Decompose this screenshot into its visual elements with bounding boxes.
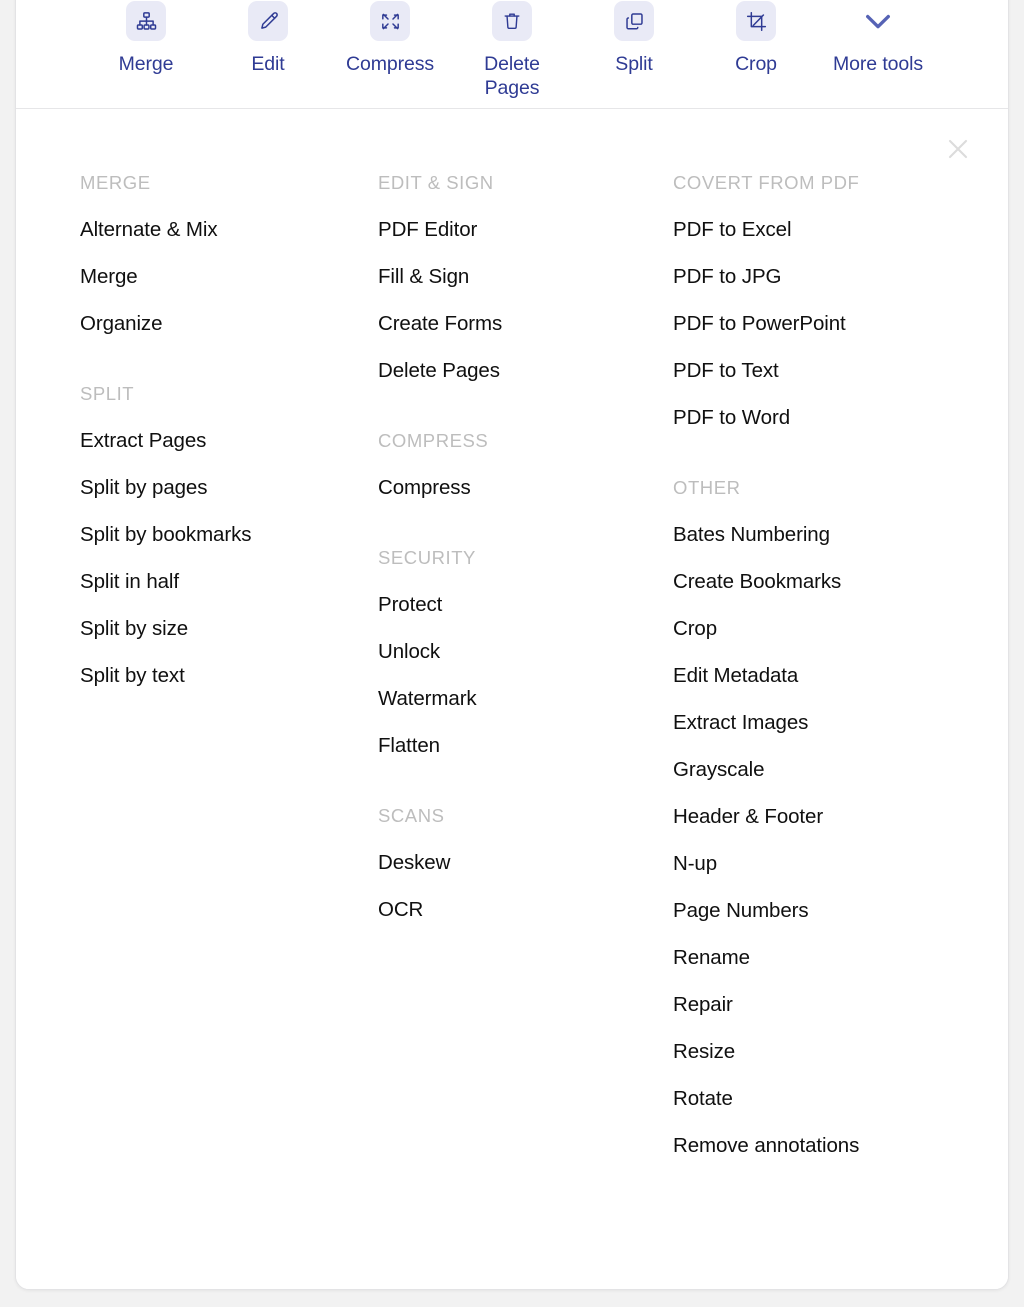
tool-group-edit-sign: EDIT & SIGN PDF Editor Fill & Sign Create F… [378, 172, 613, 383]
menu-item-pdf-to-text[interactable]: PDF to Text [673, 359, 973, 383]
compress-arrows-icon [370, 1, 410, 41]
toolbar-button-label: Crop [735, 53, 777, 75]
menu-item-rotate[interactable]: Rotate [673, 1087, 973, 1111]
tool-column-2: COVERT FROM PDF PDF to Excel PDF to JPG PDF… [613, 172, 973, 1158]
menu-item-alternate-mix[interactable]: Alternate & Mix [80, 218, 315, 242]
menu-item-flatten[interactable]: Flatten [378, 734, 613, 758]
tool-group-covert-from-pdf: COVERT FROM PDF PDF to Excel PDF to JPG PDF… [673, 172, 973, 430]
tool-group-title: SECURITY [378, 547, 476, 568]
menu-item-deskew[interactable]: Deskew [378, 851, 613, 875]
menu-item-n-up[interactable]: N-up [673, 852, 973, 876]
menu-item-header-footer[interactable]: Header & Footer [673, 805, 973, 829]
menu-item-pdf-editor[interactable]: PDF Editor [378, 218, 613, 242]
menu-item-page-numbers[interactable]: Page Numbers [673, 899, 973, 923]
menu-item-repair[interactable]: Repair [673, 993, 973, 1017]
tool-group-title: MERGE [80, 172, 151, 193]
menu-item-extract-images[interactable]: Extract Images [673, 711, 973, 735]
pencil-icon [248, 1, 288, 41]
tool-group-title: COMPRESS [378, 430, 489, 451]
menu-item-create-forms[interactable]: Create Forms [378, 312, 613, 336]
tool-group-compress: COMPRESS Compress [378, 430, 613, 500]
close-panel-button[interactable] [941, 132, 975, 166]
menu-item-pdf-to-word[interactable]: PDF to Word [673, 406, 973, 430]
tool-group-security: SECURITY Protect Unlock Watermark Flatten [378, 547, 613, 758]
tool-group-title: SPLIT [80, 383, 135, 404]
toolbar-button-more-tools[interactable]: More tools [817, 1, 939, 76]
menu-item-split-by-pages[interactable]: Split by pages [80, 476, 315, 500]
menu-item-fill-sign[interactable]: Fill & Sign [378, 265, 613, 289]
menu-item-compress[interactable]: Compress [378, 476, 613, 500]
menu-item-split-by-bookmarks[interactable]: Split by bookmarks [80, 523, 315, 547]
menu-item-unlock[interactable]: Unlock [378, 640, 613, 664]
crop-icon [736, 1, 776, 41]
menu-item-protect[interactable]: Protect [378, 593, 613, 617]
menu-item-pdf-to-powerpoint[interactable]: PDF to PowerPoint [673, 312, 973, 336]
tool-category-columns: MERGE Alternate & Mix Merge Organize SPLIT Ex… [16, 172, 1008, 1158]
toolbar-button-compress[interactable]: Compress [329, 1, 451, 76]
quick-tools-toolbar: Merge Edit Compress Delete Pages Split Crop Mo… [16, 1, 1008, 109]
menu-item-organize[interactable]: Organize [80, 312, 315, 336]
menu-item-split-by-text[interactable]: Split by text [80, 664, 315, 688]
copy-pages-icon [614, 1, 654, 41]
more-tools-panel: MERGE Alternate & Mix Merge Organize SPLIT Ex… [16, 110, 1008, 1289]
tool-column-1: EDIT & SIGN PDF Editor Fill & Sign Create F… [315, 172, 613, 1158]
toolbar-button-label: Split [615, 53, 653, 75]
menu-item-grayscale[interactable]: Grayscale [673, 758, 973, 782]
menu-item-edit-metadata[interactable]: Edit Metadata [673, 664, 973, 688]
toolbar-button-merge[interactable]: Merge [85, 1, 207, 76]
toolbar-button-label: Edit [251, 53, 285, 75]
menu-item-rename[interactable]: Rename [673, 946, 973, 970]
toolbar-button-edit[interactable]: Edit [207, 1, 329, 76]
tools-card: Merge Edit Compress Delete Pages Split Crop Mo… [15, 0, 1009, 1290]
menu-item-resize[interactable]: Resize [673, 1040, 973, 1064]
menu-item-delete-pages[interactable]: Delete Pages [378, 359, 613, 383]
toolbar-button-label: Merge [118, 53, 174, 75]
menu-item-extract-pages[interactable]: Extract Pages [80, 429, 315, 453]
tool-column-0: MERGE Alternate & Mix Merge Organize SPLIT Ex… [16, 172, 315, 1158]
menu-item-split-in-half[interactable]: Split in half [80, 570, 315, 594]
menu-item-split-by-size[interactable]: Split by size [80, 617, 315, 641]
menu-item-pdf-to-jpg[interactable]: PDF to JPG [673, 265, 973, 289]
close-icon [948, 139, 968, 159]
toolbar-button-split[interactable]: Split [573, 1, 695, 76]
tool-group-title: SCANS [378, 805, 445, 826]
menu-item-merge[interactable]: Merge [80, 265, 315, 289]
menu-item-pdf-to-excel[interactable]: PDF to Excel [673, 218, 973, 242]
tool-group-title: COVERT FROM PDF [673, 172, 860, 193]
toolbar-button-label: Compress [345, 53, 435, 75]
tool-group-title: OTHER [673, 477, 741, 498]
chevron-down-icon [858, 1, 898, 41]
tool-group-split: SPLIT Extract Pages Split by pages Split by… [80, 383, 315, 688]
tool-group-title: EDIT & SIGN [378, 172, 494, 193]
menu-item-ocr[interactable]: OCR [378, 898, 613, 922]
menu-item-create-bookmarks[interactable]: Create Bookmarks [673, 570, 973, 594]
tool-group-scans: SCANS Deskew OCR [378, 805, 613, 922]
menu-item-bates-numbering[interactable]: Bates Numbering [673, 523, 973, 547]
toolbar-button-crop[interactable]: Crop [695, 1, 817, 76]
merge-hierarchy-icon [126, 1, 166, 41]
toolbar-button-label: Delete Pages [484, 53, 540, 99]
menu-item-remove-annotations[interactable]: Remove annotations [673, 1134, 973, 1158]
toolbar-button-delete-pages[interactable]: Delete Pages [451, 1, 573, 100]
trash-icon [492, 1, 532, 41]
tool-group-merge: MERGE Alternate & Mix Merge Organize [80, 172, 315, 336]
toolbar-button-label: More tools [832, 53, 924, 75]
tool-group-other: OTHER Bates Numbering Create Bookmarks Crop… [673, 477, 973, 1158]
menu-item-watermark[interactable]: Watermark [378, 687, 613, 711]
menu-item-crop[interactable]: Crop [673, 617, 973, 641]
